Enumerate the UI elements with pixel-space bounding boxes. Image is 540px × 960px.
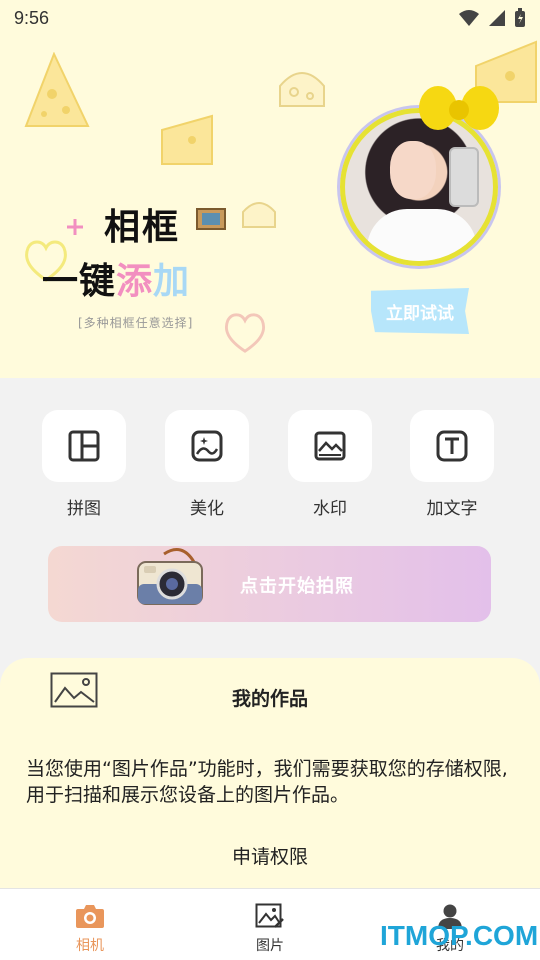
watermark-icon <box>314 431 346 461</box>
tool-label: 加文字 <box>426 499 478 519</box>
heart-icon <box>224 313 266 353</box>
nav-label: 相机 <box>76 938 104 954</box>
banner-subtitle: 一键添加 <box>42 261 191 302</box>
frame-banner[interactable]: 相框 一键添加 [多种相框任意选择] 立即试试 <box>0 0 540 378</box>
try-now-button[interactable]: 立即试试 <box>371 288 469 334</box>
nav-camera[interactable]: 相机 <box>55 903 125 955</box>
permission-description: 当您使用“图片作品”功能时，我们需要获取您的存储权限,用于扫描和展示您设备上的图… <box>26 758 508 806</box>
tool-beautify[interactable]: 美化 <box>165 410 249 519</box>
cheese-icon <box>161 114 213 165</box>
nav-label: 图片 <box>256 938 284 954</box>
camera-icon <box>137 548 203 605</box>
tool-watermark[interactable]: 水印 <box>288 410 372 519</box>
site-watermark: ITMOP.COM <box>380 920 539 951</box>
cheese-icon <box>24 52 90 127</box>
tool-label: 拼图 <box>67 499 101 519</box>
text-icon <box>436 430 468 462</box>
take-photo-button[interactable]: 点击开始拍照 <box>48 546 491 622</box>
camera-icon <box>76 905 104 928</box>
bow-icon <box>419 86 499 130</box>
status-time: 9:56 <box>14 7 50 28</box>
picture-frame-icon <box>196 208 226 230</box>
tool-label: 美化 <box>190 499 224 519</box>
nav-pictures[interactable]: 图片 <box>235 903 305 955</box>
wifi-icon <box>459 10 479 26</box>
status-bar: 9:56 <box>0 0 540 36</box>
signal-icon <box>489 10 505 26</box>
collage-icon <box>68 430 100 462</box>
request-permission-button[interactable]: 申请权限 <box>0 842 540 869</box>
beautify-icon <box>191 430 223 462</box>
tool-collage[interactable]: 拼图 <box>42 410 126 519</box>
gallery-icon <box>255 903 284 928</box>
my-works-title: 我的作品 <box>231 688 308 710</box>
cheese-icon <box>279 72 325 107</box>
tool-add-text[interactable]: 加文字 <box>410 410 494 519</box>
cheese-icon <box>242 202 276 228</box>
tool-label: 水印 <box>313 499 347 519</box>
tool-grid: 拼图 美化 水印 加文字 <box>0 410 540 520</box>
my-works-panel: 我的作品 当您使用“图片作品”功能时，我们需要获取您的存储权限,用于扫描和展示您… <box>0 658 540 890</box>
sparkle-icon <box>67 219 83 235</box>
banner-title: 相框 <box>104 206 181 248</box>
battery-icon <box>515 8 525 27</box>
take-photo-label: 点击开始拍照 <box>240 576 354 597</box>
banner-note: [多种相框任意选择] <box>78 316 194 330</box>
